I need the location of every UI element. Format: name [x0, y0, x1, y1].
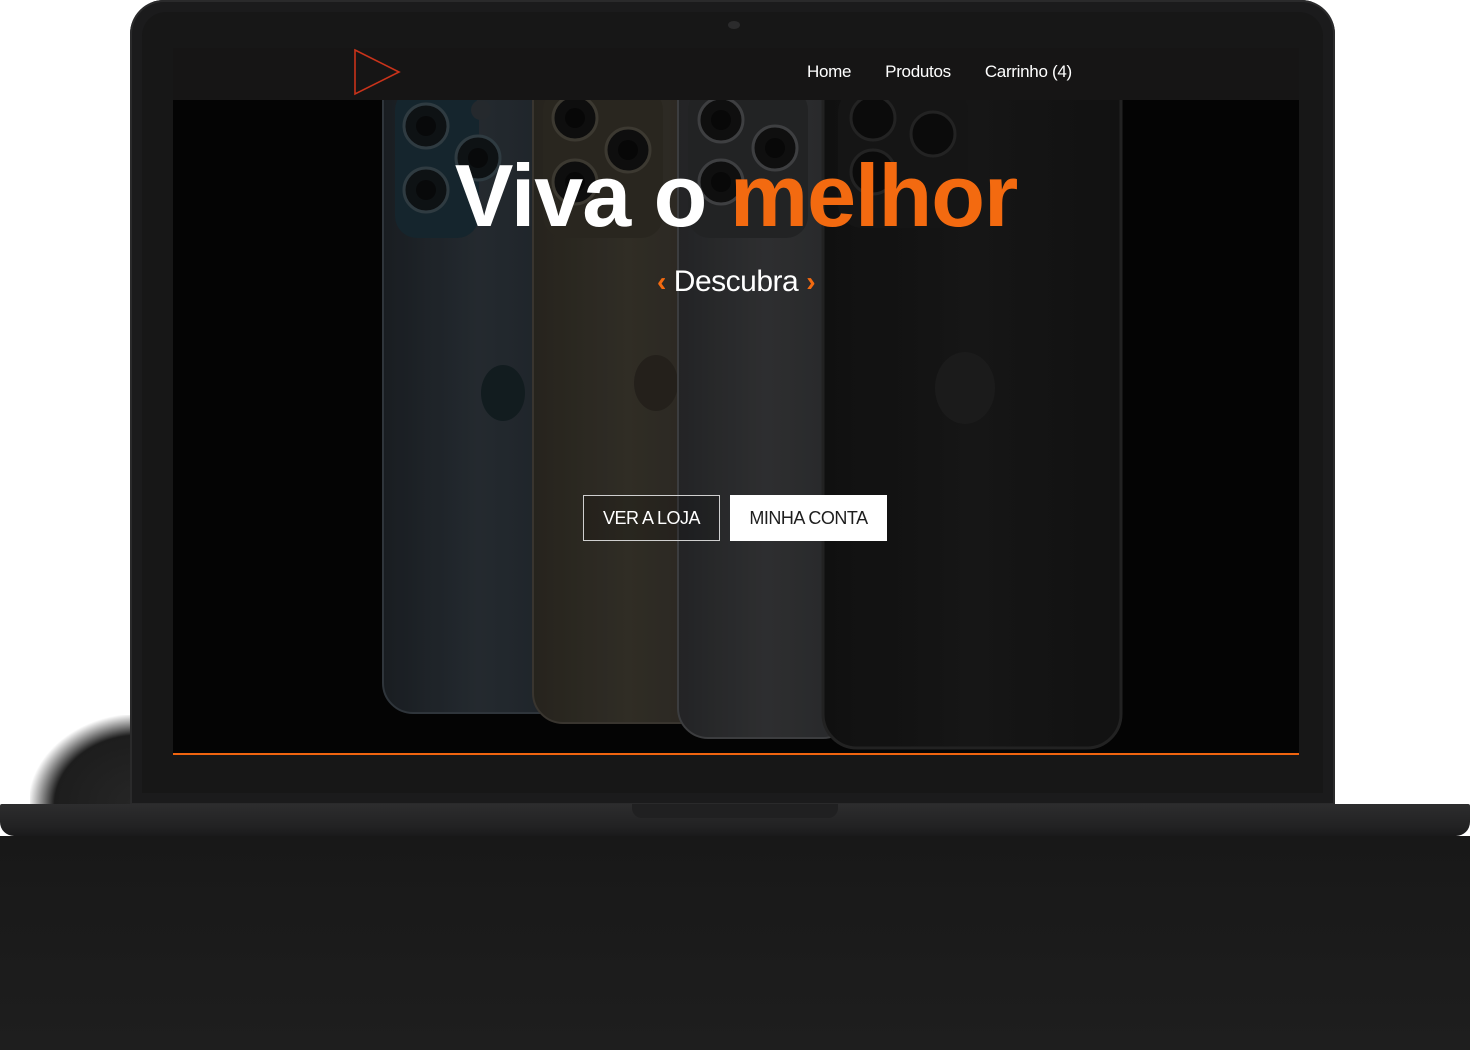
nav-products-link[interactable]: Produtos — [885, 62, 951, 82]
nav-cart-link[interactable]: Carrinho (4) — [985, 62, 1072, 82]
webcam-icon — [728, 21, 740, 29]
laptop-side-shadow — [30, 715, 140, 805]
hero-title: Viva o melhor — [173, 152, 1299, 240]
laptop-base — [0, 804, 1470, 836]
nav-home-link[interactable]: Home — [807, 62, 851, 82]
my-account-button[interactable]: MINHA CONTA — [730, 495, 887, 541]
laptop-screen: Home Produtos Carrinho (4) Viva o melhor… — [173, 48, 1299, 755]
navbar: Home Produtos Carrinho (4) — [173, 48, 1299, 100]
laptop-notch — [632, 804, 838, 818]
play-triangle-icon[interactable] — [353, 48, 401, 96]
hero-subtitle-text: Descubra — [673, 265, 799, 298]
chevron-right-icon: › — [806, 266, 816, 297]
chevron-left-icon: ‹ — [656, 266, 666, 297]
hero-subtitle: ‹ Descubra › — [173, 265, 1299, 299]
view-store-button[interactable]: VER A LOJA — [583, 495, 720, 541]
nav-links: Home Produtos Carrinho (4) — [807, 48, 1072, 96]
hero-title-accent: melhor — [729, 146, 1018, 245]
laptop-shadow — [0, 836, 1470, 1050]
hero-title-main: Viva o — [454, 146, 708, 245]
